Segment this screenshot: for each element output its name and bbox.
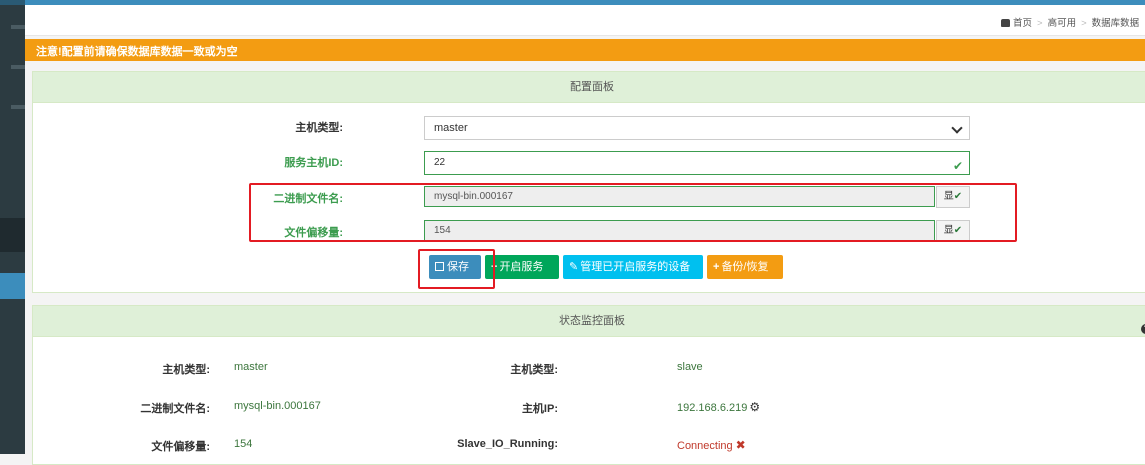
sidebar-item[interactable] [11, 65, 25, 69]
monitor-master-host-type-value: master [234, 361, 268, 373]
monitor-offset-label: 文件偏移量: [151, 441, 210, 453]
breadcrumb-separator: > [1081, 18, 1087, 29]
monitor-host-ip-value: 192.168.6.219 [677, 402, 748, 414]
help-link[interactable]: ?帮 [1141, 314, 1145, 344]
manage-devices-button[interactable]: ✎ 管理已开启服务的设备 [563, 255, 703, 279]
monitor-io-running: Connecting ✖ [677, 438, 746, 452]
gear-icon[interactable]: ⚙ [749, 400, 760, 414]
alert-text: 注意!配置前请确保数据库数据一致或为空 [36, 46, 238, 58]
start-service-label: 开启服务 [499, 261, 544, 273]
monitor-io-running-value: Connecting [677, 440, 733, 452]
breadcrumb-current: 数据库数据 [1091, 18, 1140, 29]
breadcrumb-separator: > [1037, 18, 1043, 29]
host-type-row: 主机类型: master [33, 115, 1145, 141]
annotation-highlight-fields [249, 183, 1017, 242]
monitor-binlog-label: 二进制文件名: [140, 403, 210, 415]
host-type-select[interactable]: master [424, 116, 970, 140]
server-id-label: 服务主机ID: [284, 157, 343, 169]
monitor-panel-title-text: 状态监控面板 [559, 315, 625, 327]
monitor-host-ip: 192.168.6.219 ⚙ [677, 400, 760, 414]
monitor-slave-host-type-value: slave [677, 361, 703, 373]
monitor-binlog-value: mysql-bin.000167 [234, 400, 321, 412]
breadcrumb-home[interactable]: 首页 [1013, 18, 1032, 29]
config-panel: 配置面板 主机类型: master 服务主机ID: 22 ✔ 二进制文件名: m… [32, 71, 1145, 293]
status-monitor-panel: 状态监控面板 ?帮 主机类型: master 二进制文件名: mysql-bin… [32, 305, 1145, 465]
check-icon: ✔ [952, 159, 963, 173]
sidebar [0, 5, 25, 454]
chevron-down-icon [951, 122, 963, 134]
config-panel-title: 配置面板 [33, 72, 1145, 103]
breadcrumb: 首页 > 高可用 > 数据库数据 [1001, 15, 1139, 29]
warning-alert: 注意!配置前请确保数据库数据一致或为空 [25, 39, 1145, 61]
monitor-master-host-type-label: 主机类型: [162, 364, 210, 376]
breadcrumb-bar: 首页 > 高可用 > 数据库数据 [25, 5, 1145, 36]
server-id-input[interactable]: 22 ✔ [424, 151, 970, 175]
edit-icon: ✎ [569, 261, 579, 273]
monitor-slave-host-type-label: 主机类型: [510, 364, 558, 376]
backup-restore-button[interactable]: + 备份/恢复 [707, 255, 783, 279]
annotation-highlight-save [418, 249, 495, 289]
sidebar-section [0, 218, 25, 252]
monitor-host-ip-label: 主机IP: [521, 403, 558, 415]
plus-icon: + [713, 261, 720, 273]
manage-devices-label: 管理已开启服务的设备 [580, 261, 691, 273]
backup-restore-label: 备份/恢复 [721, 261, 769, 273]
monitor-offset-value: 154 [234, 438, 253, 450]
sidebar-item-active[interactable] [0, 273, 25, 299]
monitor-panel-title: 状态监控面板 ?帮 [33, 306, 1145, 337]
monitor-io-running-label: Slave_IO_Running: [457, 438, 558, 450]
host-type-label: 主机类型: [295, 122, 343, 134]
server-id-row: 服务主机ID: 22 ✔ [33, 150, 1145, 176]
breadcrumb-ha[interactable]: 高可用 [1048, 18, 1077, 29]
server-id-value: 22 [434, 157, 446, 168]
sidebar-item[interactable] [11, 25, 25, 29]
sidebar-item[interactable] [11, 105, 25, 109]
help-icon: ? [1141, 324, 1145, 334]
host-type-value: master [434, 122, 468, 134]
start-service-button[interactable]: + 开启服务 [485, 255, 559, 279]
home-icon [1001, 19, 1010, 27]
x-icon: ✖ [735, 438, 746, 452]
